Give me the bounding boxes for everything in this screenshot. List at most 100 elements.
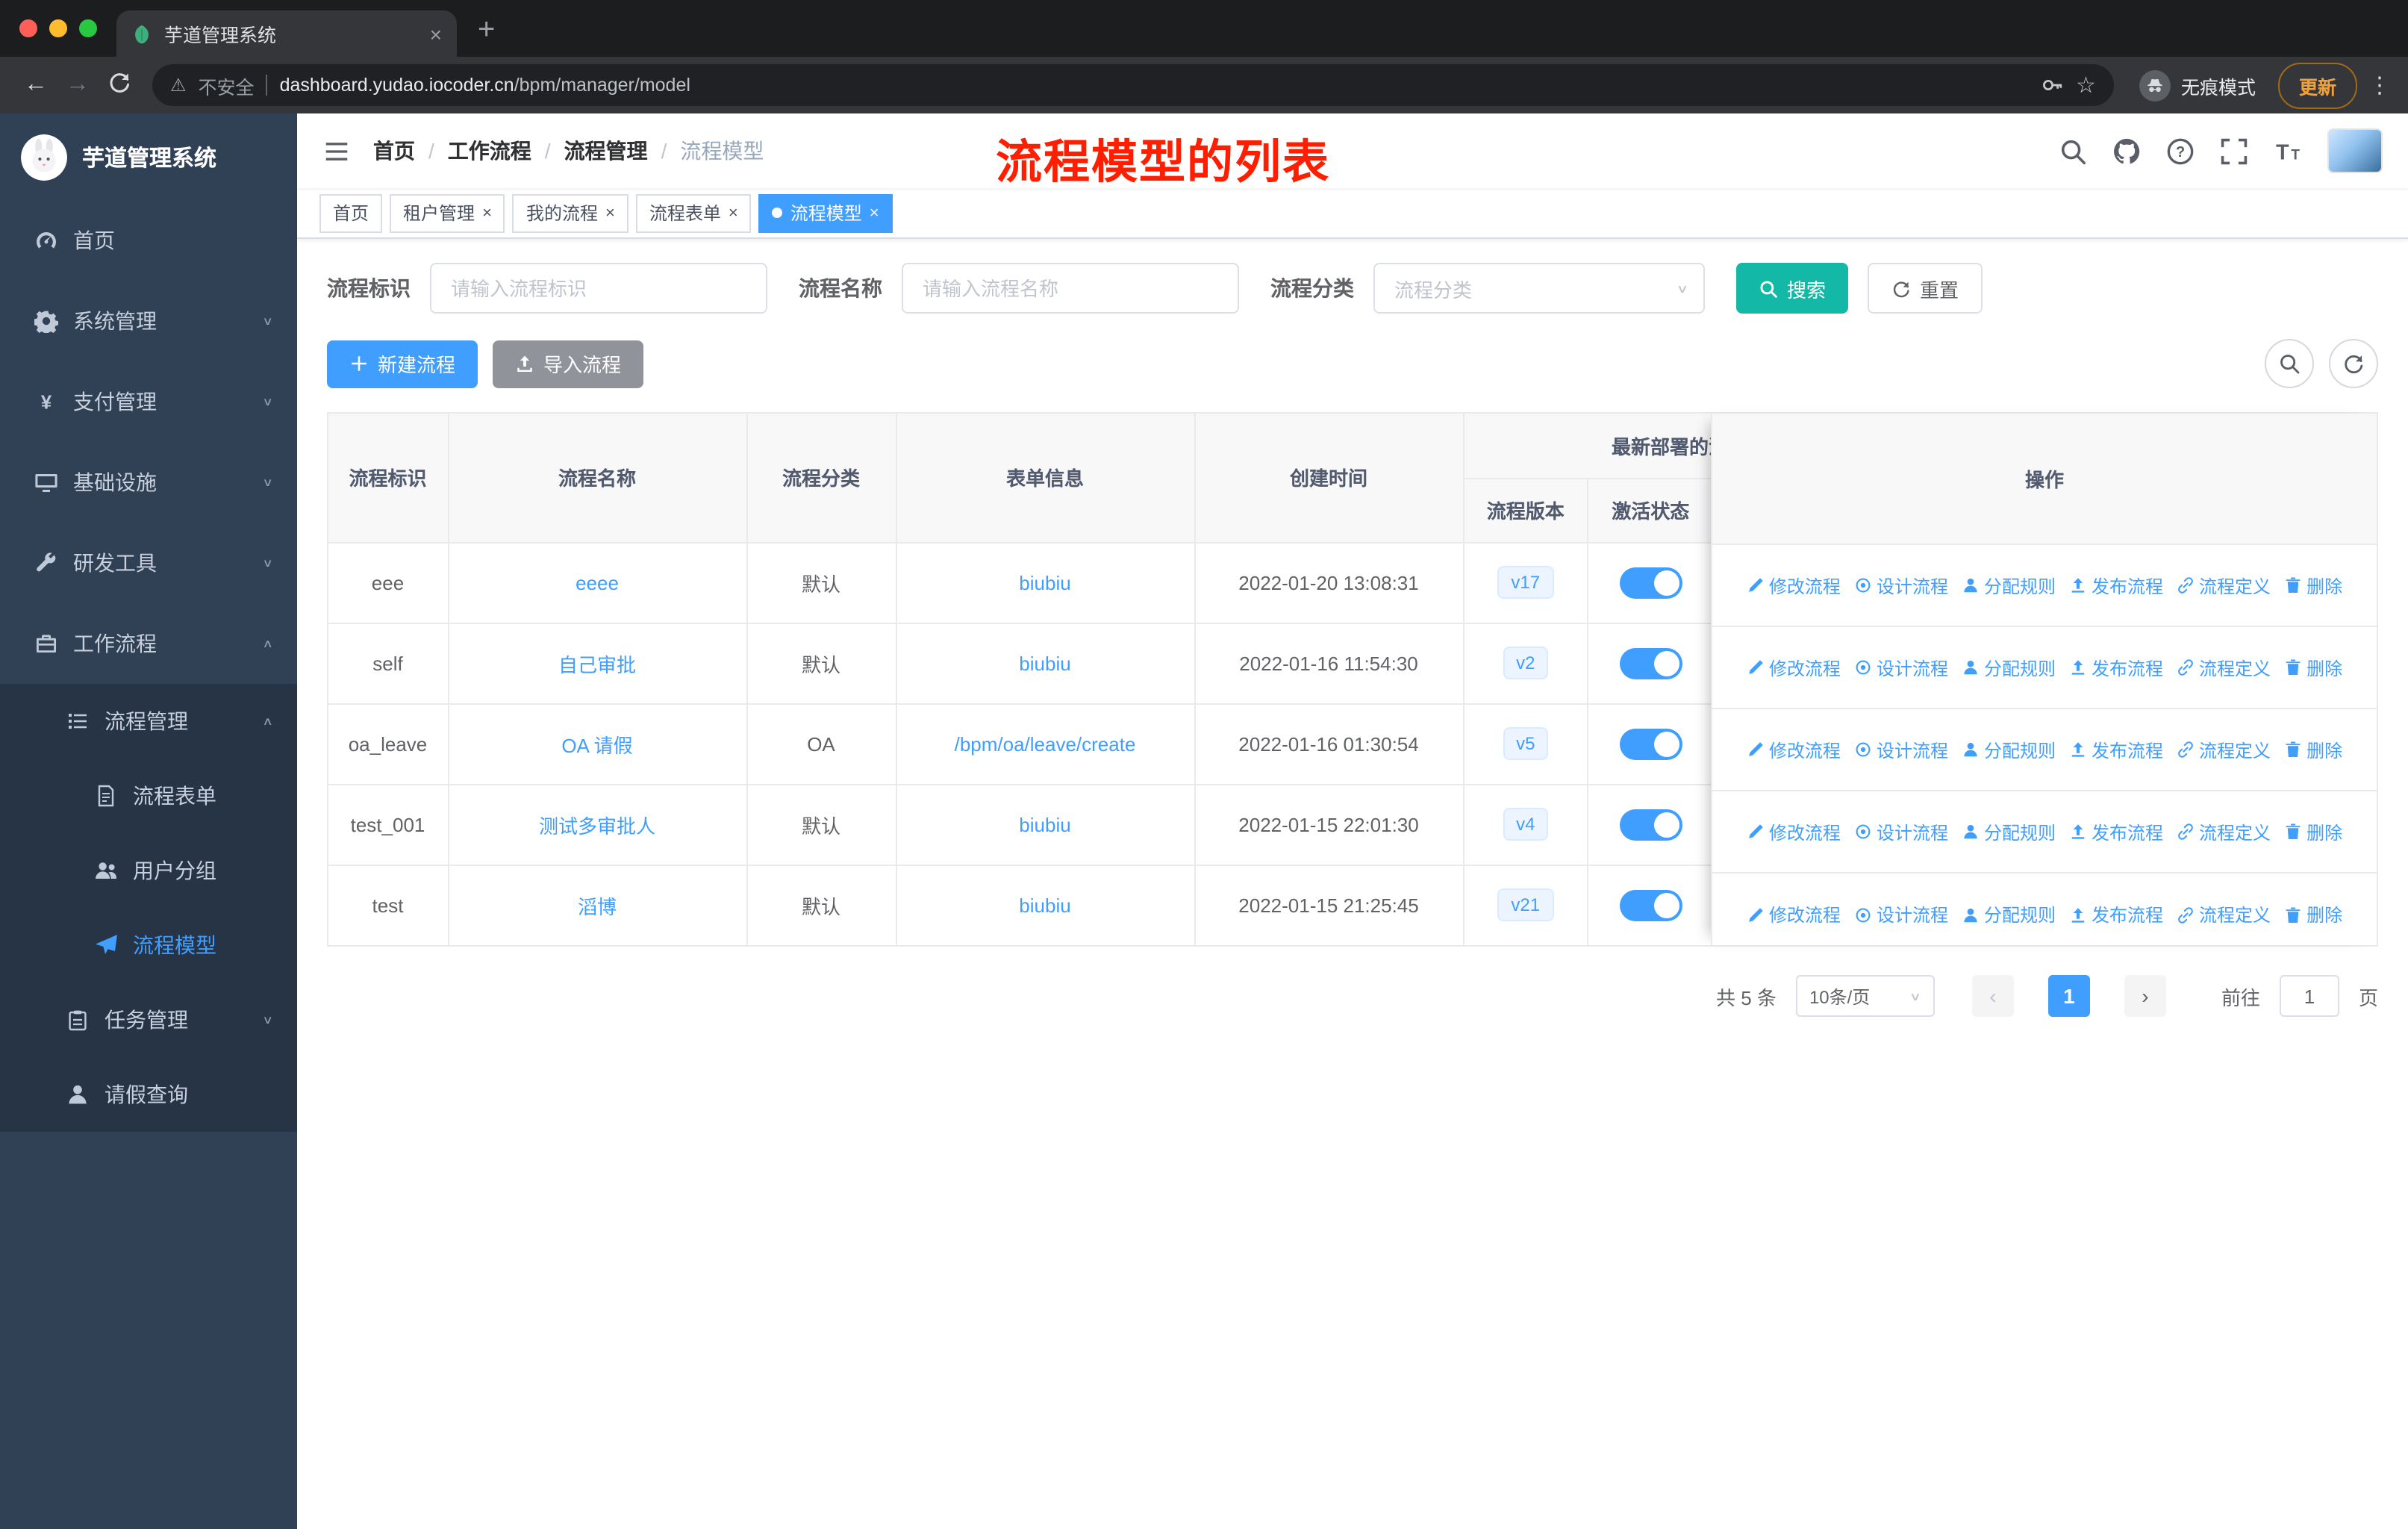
delete-action-link[interactable]: 删除 <box>2284 902 2342 927</box>
breadcrumb-item[interactable]: 流程管理 <box>564 136 648 166</box>
design-action-link[interactable]: 设计流程 <box>1854 737 1948 762</box>
prev-page-button[interactable]: ‹ <box>1971 975 2014 1017</box>
user-avatar[interactable] <box>2327 128 2383 173</box>
reset-button[interactable]: 重置 <box>1868 263 1983 314</box>
assign-rule-action-link[interactable]: 分配规则 <box>1962 573 2056 598</box>
design-action-link[interactable]: 设计流程 <box>1854 902 1948 927</box>
definition-action-link[interactable]: 流程定义 <box>2177 573 2271 598</box>
github-icon[interactable] <box>2112 137 2141 165</box>
sidebar-item-workflow[interactable]: 工作流程 ∧ <box>0 603 297 684</box>
delete-action-link[interactable]: 删除 <box>2284 655 2342 680</box>
next-page-button[interactable]: › <box>2124 975 2166 1017</box>
sidebar-item-infrastructure[interactable]: 基础设施 ∨ <box>0 442 297 523</box>
publish-action-link[interactable]: 发布流程 <box>2069 902 2163 927</box>
process-name-link[interactable]: OA 请假 <box>561 734 632 756</box>
breadcrumb-item[interactable]: 工作流程 <box>448 136 531 166</box>
version-badge[interactable]: v5 <box>1503 727 1549 760</box>
help-icon[interactable]: ? <box>2166 137 2195 165</box>
back-button[interactable]: ← <box>15 72 57 99</box>
macos-minimize-button[interactable] <box>49 19 67 37</box>
modify-action-link[interactable]: 修改流程 <box>1747 737 1841 762</box>
publish-action-link[interactable]: 发布流程 <box>2069 819 2163 844</box>
definition-action-link[interactable]: 流程定义 <box>2177 655 2271 680</box>
process-key-input[interactable] <box>430 263 767 314</box>
macos-zoom-button[interactable] <box>79 19 97 37</box>
create-process-button[interactable]: 新建流程 <box>327 340 478 387</box>
active-toggle[interactable] <box>1619 567 1682 598</box>
tag-close-icon[interactable]: × <box>729 204 738 222</box>
sidebar-item-system[interactable]: 系统管理 ∨ <box>0 281 297 361</box>
refresh-table-button[interactable] <box>2329 339 2378 388</box>
sidebar-fold-icon[interactable] <box>322 137 351 165</box>
active-toggle[interactable] <box>1619 728 1682 759</box>
sidebar-item-dev-tools[interactable]: 研发工具 ∨ <box>0 523 297 603</box>
process-name-link[interactable]: eeee <box>576 571 619 594</box>
update-button[interactable]: 更新 <box>2277 62 2357 108</box>
modify-action-link[interactable]: 修改流程 <box>1747 573 1841 598</box>
current-page-button[interactable]: 1 <box>2047 975 2090 1017</box>
search-button[interactable]: 搜索 <box>1736 263 1849 314</box>
goto-page-input[interactable] <box>2279 975 2339 1017</box>
design-action-link[interactable]: 设计流程 <box>1854 819 1948 844</box>
search-icon[interactable] <box>2059 137 2087 165</box>
category-select[interactable]: 流程分类 ∨ <box>1373 263 1705 314</box>
tab-close-icon[interactable]: × <box>430 22 442 46</box>
definition-action-link[interactable]: 流程定义 <box>2177 819 2271 844</box>
font-size-icon[interactable]: TT <box>2274 137 2302 165</box>
reload-button[interactable] <box>99 69 140 101</box>
password-key-icon[interactable] <box>2040 73 2064 97</box>
browser-menu-icon[interactable]: ⋮ <box>2366 72 2393 99</box>
process-name-link[interactable]: 滔博 <box>578 896 617 918</box>
active-toggle[interactable] <box>1619 809 1682 840</box>
process-name-link[interactable]: 测试多审批人 <box>539 815 655 837</box>
sidebar-item-task-management[interactable]: 任务管理 ∨ <box>0 983 297 1057</box>
import-process-button[interactable]: 导入流程 <box>493 340 644 387</box>
version-badge[interactable]: v2 <box>1503 647 1549 679</box>
toggle-search-button[interactable] <box>2265 339 2314 388</box>
form-info-link[interactable]: biubiu <box>1019 894 1070 917</box>
delete-action-link[interactable]: 删除 <box>2284 737 2342 762</box>
tag-my-process[interactable]: 我的流程 × <box>512 193 628 232</box>
sidebar-item-user-group[interactable]: 用户分组 <box>0 833 297 908</box>
publish-action-link[interactable]: 发布流程 <box>2069 655 2163 680</box>
version-badge[interactable]: v21 <box>1497 888 1554 922</box>
new-tab-button[interactable]: + <box>478 13 495 48</box>
macos-close-button[interactable] <box>19 19 37 37</box>
tag-home[interactable]: 首页 <box>319 193 383 232</box>
form-info-link[interactable]: biubiu <box>1019 813 1070 835</box>
assign-rule-action-link[interactable]: 分配规则 <box>1962 737 2056 762</box>
page-size-select[interactable]: 10条/页 ∨ <box>1795 975 1935 1017</box>
modify-action-link[interactable]: 修改流程 <box>1747 902 1841 927</box>
form-info-link[interactable]: /bpm/oa/leave/create <box>955 732 1136 755</box>
active-toggle[interactable] <box>1619 647 1682 679</box>
forward-button[interactable]: → <box>57 72 99 99</box>
bookmark-star-icon[interactable]: ☆ <box>2076 72 2096 99</box>
delete-action-link[interactable]: 删除 <box>2284 819 2342 844</box>
breadcrumb-item[interactable]: 首页 <box>373 136 415 166</box>
tag-close-icon[interactable]: × <box>870 204 879 222</box>
version-badge[interactable]: v4 <box>1503 808 1549 841</box>
assign-rule-action-link[interactable]: 分配规则 <box>1962 655 2056 680</box>
tag-process-form[interactable]: 流程表单 × <box>635 193 752 232</box>
form-info-link[interactable]: biubiu <box>1019 571 1070 594</box>
modify-action-link[interactable]: 修改流程 <box>1747 819 1841 844</box>
modify-action-link[interactable]: 修改流程 <box>1747 655 1841 680</box>
form-info-link[interactable]: biubiu <box>1019 652 1070 674</box>
sidebar-item-process-model[interactable]: 流程模型 <box>0 908 297 983</box>
tag-tenant[interactable]: 租户管理 × <box>390 193 505 232</box>
process-name-input[interactable] <box>902 263 1239 314</box>
version-badge[interactable]: v17 <box>1497 566 1554 599</box>
url-bar[interactable]: ⚠ 不安全 dashboard.yudao.iocoder.cn/bpm/man… <box>152 64 2114 106</box>
tag-process-model[interactable]: 流程模型 × <box>758 193 893 232</box>
sidebar-item-leave-query[interactable]: 请假查询 <box>0 1057 297 1132</box>
design-action-link[interactable]: 设计流程 <box>1854 655 1948 680</box>
browser-tab[interactable]: 芋道管理系统 × <box>116 10 457 57</box>
definition-action-link[interactable]: 流程定义 <box>2177 737 2271 762</box>
design-action-link[interactable]: 设计流程 <box>1854 573 1948 598</box>
sidebar-item-payment[interactable]: ¥ 支付管理 ∨ <box>0 361 297 442</box>
tag-close-icon[interactable]: × <box>482 204 492 222</box>
publish-action-link[interactable]: 发布流程 <box>2069 737 2163 762</box>
sidebar-item-process-management[interactable]: 流程管理 ∧ <box>0 684 297 759</box>
assign-rule-action-link[interactable]: 分配规则 <box>1962 902 2056 927</box>
sidebar-item-home[interactable]: 首页 <box>0 200 297 281</box>
